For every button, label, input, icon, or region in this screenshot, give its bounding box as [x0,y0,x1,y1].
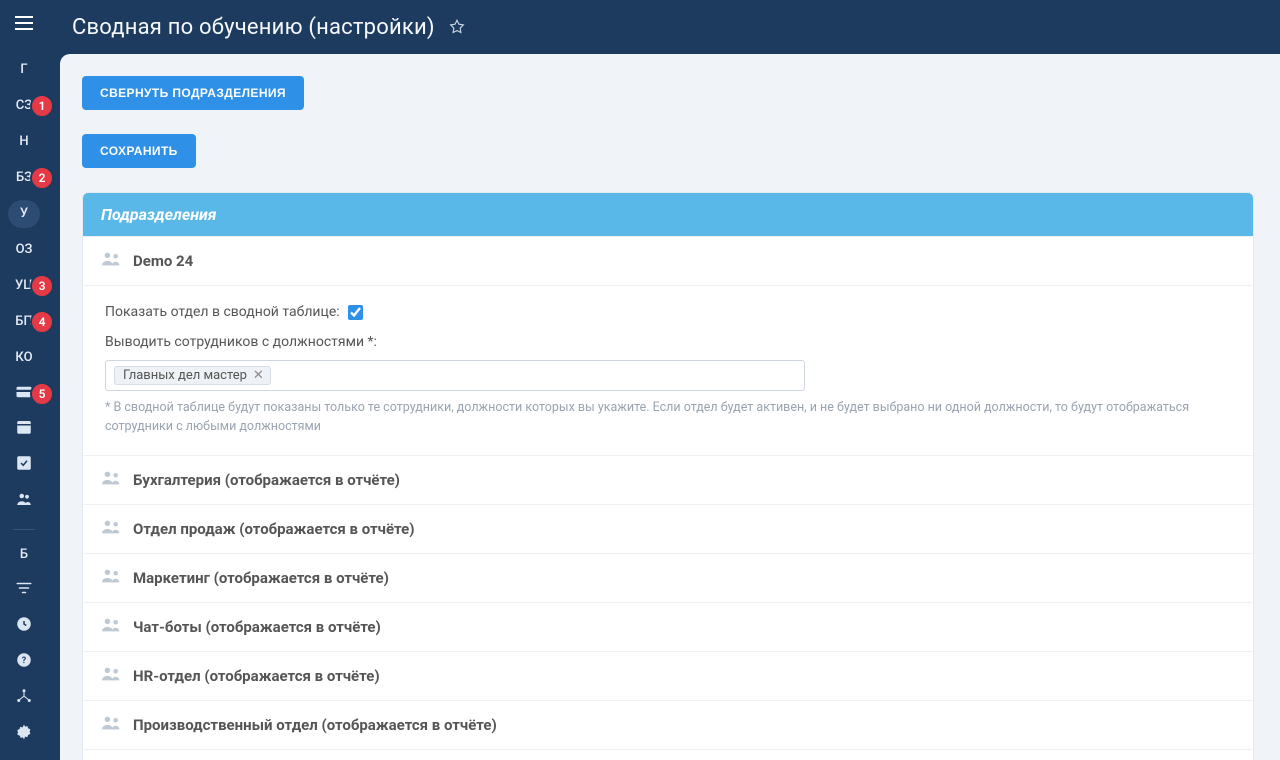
sidebar-item-label: Б [20,547,28,562]
page-title: Сводная по обучению (настройки) [72,15,435,40]
sidebar-item-clock[interactable] [8,612,40,640]
users-icon [15,490,33,512]
department-row[interactable]: Производственный отдел (отображается в о… [83,700,1253,749]
tag-label: Главных дел мастер [123,368,247,383]
sidebar-item-label: Г [20,62,27,77]
department-row-expanded[interactable]: Demo 24 [83,236,1253,285]
check-icon [15,454,33,476]
show-in-report-checkbox[interactable] [348,305,363,320]
sidebar-item-label: КО [15,350,32,365]
sidebar-item-8[interactable]: КО [8,344,40,372]
department-row[interactable]: Аутсорс [83,749,1253,760]
sidebar-item-0[interactable]: Г [8,56,40,84]
sidebar: Г СЗ 1 Н БЗ 2 У ОЗ УЦ 3 БП 4 КО 5 Б [0,0,48,760]
department-row[interactable]: Отдел продаж (отображается в отчёте) [83,504,1253,553]
sidebar-item-7[interactable]: БП 4 [8,308,40,336]
sidebar-struct[interactable] [8,684,40,712]
sidebar-help[interactable]: ? [8,648,40,676]
badge: 1 [30,94,54,118]
sidebar-item-filter[interactable] [8,576,40,604]
department-name: Отдел продаж (отображается в отчёте) [133,520,415,538]
sidebar-item-13[interactable]: Б [8,540,40,568]
users-icon [101,617,123,637]
department-name: Чат-боты (отображается в отчёте) [133,618,381,636]
position-tag: Главных дел мастер ✕ [114,366,271,385]
hamburger-menu[interactable] [9,8,39,38]
sidebar-item-1[interactable]: СЗ 1 [8,92,40,120]
save-button[interactable]: СОХРАНИТЬ [82,134,196,168]
help-icon: ? [15,651,33,673]
struct-icon [15,687,33,709]
users-icon [101,251,123,271]
header: Сводная по обучению (настройки) [48,0,1280,54]
badge: 5 [30,382,54,406]
calendar-icon [15,418,33,440]
department-name: HR-отдел (отображается в отчёте) [133,667,380,685]
show-in-report-field: Показать отдел в сводной таблице: [105,304,1231,320]
show-in-report-label: Показать отдел в сводной таблице: [105,304,340,320]
department-name: Бухгалтерия (отображается в отчёте) [133,471,400,489]
badge: 3 [30,274,54,298]
department-name: Demo 24 [133,252,193,270]
sidebar-divider [13,529,35,530]
sidebar-item-label: Н [19,134,28,149]
users-icon [101,470,123,490]
toolbar: СВЕРНУТЬ ПОДРАЗДЕЛЕНИЯ [82,76,1254,110]
collapse-departments-button[interactable]: СВЕРНУТЬ ПОДРАЗДЕЛЕНИЯ [82,76,304,110]
department-name: Производственный отдел (отображается в о… [133,716,497,734]
sidebar-item-label: У [20,206,28,221]
department-row[interactable]: HR-отдел (отображается в отчёте) [83,651,1253,700]
department-name: Маркетинг (отображается в отчёте) [133,569,389,587]
sidebar-item-2[interactable]: Н [8,128,40,156]
content: СВЕРНУТЬ ПОДРАЗДЕЛЕНИЯ СОХРАНИТЬ Подразд… [60,54,1280,760]
users-icon [101,715,123,735]
clock-icon [15,615,33,637]
main: Сводная по обучению (настройки) СВЕРНУТЬ… [48,0,1280,760]
sidebar-settings[interactable] [8,720,40,748]
departments-panel: Подразделения Demo 24 Показать отдел в с… [82,192,1254,760]
badge: 2 [30,166,54,190]
positions-field: Выводить сотрудников с должностями *: [105,334,1231,350]
sidebar-item-calendar[interactable] [8,415,40,443]
favorite-star[interactable] [447,17,467,37]
helper-text: * В сводной таблице будут показаны тольк… [105,399,1231,437]
sidebar-item-3[interactable]: БЗ 2 [8,164,40,192]
panel-header: Подразделения [83,193,1253,236]
users-icon [101,568,123,588]
badge: 4 [30,310,54,334]
positions-label: Выводить сотрудников с должностями *: [105,334,377,350]
department-row[interactable]: Бухгалтерия (отображается в отчёте) [83,455,1253,504]
users-icon [101,519,123,539]
users-icon [101,666,123,686]
svg-text:?: ? [22,656,27,666]
sidebar-item-5[interactable]: ОЗ [8,236,40,264]
sidebar-item-4[interactable]: У [8,200,40,228]
sidebar-item-check[interactable] [8,451,40,479]
sidebar-item-card[interactable]: 5 [8,380,40,408]
department-row[interactable]: Маркетинг (отображается в отчёте) [83,553,1253,602]
sidebar-item-6[interactable]: УЦ 3 [8,272,40,300]
positions-tag-input[interactable]: Главных дел мастер ✕ [105,360,805,391]
star-icon [448,18,466,36]
sidebar-item-users[interactable] [8,487,40,515]
sidebar-item-label: ОЗ [16,242,33,257]
filter-icon [15,579,33,601]
gear-icon [15,723,33,745]
department-row[interactable]: Чат-боты (отображается в отчёте) [83,602,1253,651]
remove-tag-icon[interactable]: ✕ [251,368,266,383]
toolbar-2: СОХРАНИТЬ [82,134,1254,168]
department-body: Показать отдел в сводной таблице: Выводи… [83,285,1253,455]
